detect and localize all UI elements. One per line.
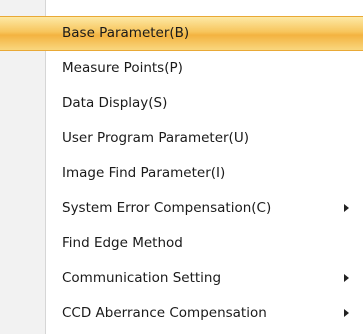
- menu-item-label: Base Parameter(B): [62, 25, 190, 41]
- menu-item-ccd-aberrance-compensation[interactable]: CCD Aberrance Compensation: [0, 296, 363, 331]
- menu-item-label: Find Edge Method: [62, 235, 183, 251]
- menu-item-label: Data Display(S): [62, 95, 168, 111]
- chevron-right-icon: [344, 309, 349, 317]
- menu-item-label: Communication Setting: [62, 270, 222, 286]
- context-menu: Base Parameter(B) Measure Points(P) Data…: [0, 0, 363, 334]
- menu-item-image-find-parameter[interactable]: Image Find Parameter(I): [0, 156, 363, 191]
- menu-item-find-edge-method[interactable]: Find Edge Method: [0, 226, 363, 261]
- chevron-right-icon: [344, 274, 349, 282]
- menu-item-measure-points[interactable]: Measure Points(P): [0, 51, 363, 86]
- menu-item-label: System Error Compensation(C): [62, 200, 272, 216]
- menu-item-label: User Program Parameter(U): [62, 130, 249, 146]
- menu-item-user-program-parameter[interactable]: User Program Parameter(U): [0, 121, 363, 156]
- menu-item-communication-setting[interactable]: Communication Setting: [0, 261, 363, 296]
- menu-items: Base Parameter(B) Measure Points(P) Data…: [0, 16, 363, 331]
- menu-item-system-error-compensation[interactable]: System Error Compensation(C): [0, 191, 363, 226]
- chevron-right-icon: [344, 204, 349, 212]
- menu-item-label: Measure Points(P): [62, 60, 183, 76]
- menu-item-base-parameter[interactable]: Base Parameter(B): [0, 16, 363, 51]
- menu-item-label: Image Find Parameter(I): [62, 165, 226, 181]
- menu-item-data-display[interactable]: Data Display(S): [0, 86, 363, 121]
- menu-item-label: CCD Aberrance Compensation: [62, 305, 267, 321]
